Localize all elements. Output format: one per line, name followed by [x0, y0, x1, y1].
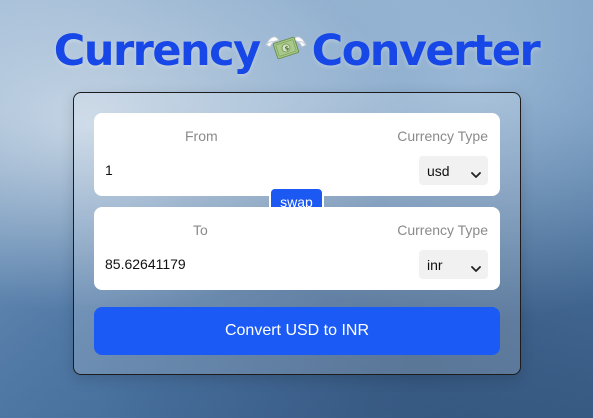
from-amount-input[interactable] [105, 162, 305, 178]
from-currency-type-label: Currency Type [397, 128, 488, 144]
converter-panel: From Currency Type usd swap To Currency … [73, 92, 521, 375]
title-text-currency: Currency [53, 26, 261, 76]
title-text-converter: Converter [311, 26, 541, 76]
to-currency-select[interactable]: inr [419, 250, 488, 279]
to-currency-type-label: Currency Type [397, 222, 488, 238]
to-currency-value: inr [427, 257, 443, 273]
from-box: From Currency Type usd [94, 113, 500, 196]
chevron-down-icon [471, 260, 481, 278]
from-currency-select[interactable]: usd [419, 156, 488, 185]
to-label: To [193, 222, 208, 238]
from-currency-value: usd [427, 163, 450, 179]
page-title: Currency $ Converter [0, 26, 593, 79]
convert-button[interactable]: Convert USD to INR [94, 307, 500, 355]
to-box: To Currency Type inr [94, 207, 500, 290]
money-with-wings-icon: $ [264, 25, 308, 75]
chevron-down-icon [471, 166, 481, 184]
from-label: From [185, 128, 218, 144]
to-amount-input[interactable] [105, 256, 305, 272]
